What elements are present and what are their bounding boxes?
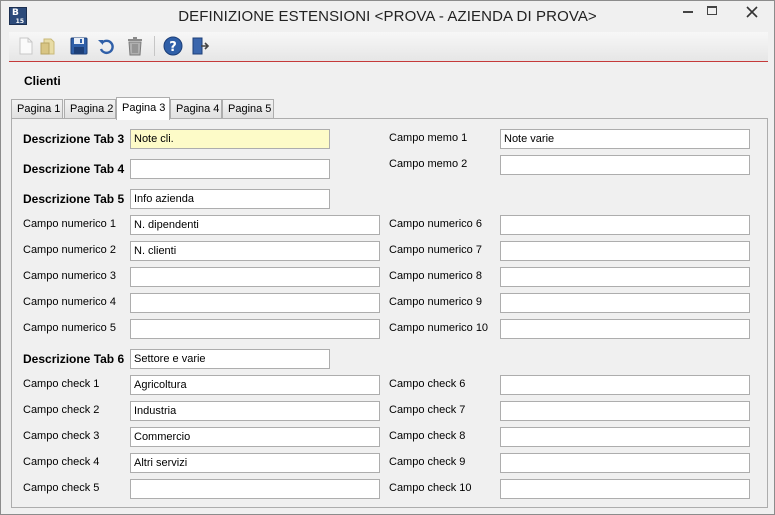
tab-pagina-1[interactable]: Pagina 1 [11,99,63,119]
descrizione-tab3-label: Descrizione Tab 3 [23,132,125,146]
campo-numerico-5-field[interactable] [130,319,380,339]
campo-memo-1-label: Campo memo 1 [389,132,468,144]
exit-door-icon [192,37,210,55]
tab-pagina-3[interactable]: Pagina 3 [116,97,170,120]
campo-check-5-field[interactable] [130,479,380,499]
campo-numerico-6-field[interactable] [500,215,750,235]
campo-numerico-10-label: Campo numerico 10 [389,322,489,334]
campo-numerico-9-field[interactable] [500,293,750,313]
delete-trash-icon [128,37,142,56]
svg-text:?: ? [169,40,177,55]
section-title: Clienti [24,74,61,88]
save-icon [70,37,88,55]
close-icon [746,6,758,18]
campo-check-1-field[interactable]: Agricoltura [130,375,380,395]
campo-check-2-field[interactable]: Industria [130,401,380,421]
undo-icon [98,39,114,55]
toolbar-separator [154,36,155,56]
campo-numerico-2-label: Campo numerico 2 [23,244,116,256]
help-button[interactable]: ? [162,35,184,57]
campo-check-3-field[interactable]: Commercio [130,427,380,447]
new-document-icon [19,37,33,55]
campo-memo-2-field[interactable] [500,155,750,175]
campo-check-4-label: Campo check 4 [23,456,100,468]
campo-numerico-1-field[interactable]: N. dipendenti [130,215,380,235]
campo-numerico-10-field[interactable] [500,319,750,339]
campo-check-7-label: Campo check 7 [389,404,466,416]
open-folder-icon [40,38,55,55]
campo-check-8-field[interactable] [500,427,750,447]
campo-check-9-field[interactable] [500,453,750,473]
descrizione-tab4-label: Descrizione Tab 4 [23,162,125,176]
campo-check-10-field[interactable] [500,479,750,499]
campo-check-1-label: Campo check 1 [23,378,100,390]
descrizione-tab4-field[interactable] [130,159,330,179]
descrizione-tab5-label: Descrizione Tab 5 [23,192,125,206]
undo-button[interactable] [96,35,118,57]
campo-check-8-label: Campo check 8 [389,430,466,442]
help-icon: ? [163,36,183,56]
campo-numerico-4-field[interactable] [130,293,380,313]
campo-numerico-4-label: Campo numerico 4 [23,296,116,308]
save-button[interactable] [68,35,90,57]
exit-button[interactable] [189,35,211,57]
delete-button[interactable] [124,35,146,57]
descrizione-tab5-field[interactable]: Info azienda [130,189,330,209]
campo-check-2-label: Campo check 2 [23,404,100,416]
campo-check-7-field[interactable] [500,401,750,421]
campo-check-6-field[interactable] [500,375,750,395]
campo-numerico-2-field[interactable]: N. clienti [130,241,380,261]
descrizione-tab6-label: Descrizione Tab 6 [23,352,125,366]
campo-numerico-7-label: Campo numerico 7 [389,244,482,256]
campo-numerico-9-label: Campo numerico 9 [389,296,482,308]
window-title: DEFINIZIONE ESTENSIONI <PROVA - AZIENDA … [178,8,597,25]
maximize-icon [707,6,717,15]
open-button[interactable] [38,35,60,57]
tab-pagina-4[interactable]: Pagina 4 [170,99,222,119]
app-window: B 15 DEFINIZIONE ESTENSIONI <PROVA - AZI… [0,0,775,515]
campo-numerico-3-field[interactable] [130,267,380,287]
descrizione-tab3-field[interactable]: Note cli. [130,129,330,149]
new-document-button[interactable] [15,35,37,57]
title-bar: B 15 DEFINIZIONE ESTENSIONI <PROVA - AZI… [1,1,774,32]
descrizione-tab6-field[interactable]: Settore e varie [130,349,330,369]
campo-numerico-3-label: Campo numerico 3 [23,270,116,282]
campo-check-9-label: Campo check 9 [389,456,466,468]
campo-check-10-label: Campo check 10 [389,482,472,494]
campo-numerico-6-label: Campo numerico 6 [389,218,482,230]
tab-panel [11,118,768,508]
tab-pagina-2[interactable]: Pagina 2 [64,99,116,119]
campo-numerico-5-label: Campo numerico 5 [23,322,116,334]
campo-numerico-7-field[interactable] [500,241,750,261]
toolbar: ? [9,32,768,62]
campo-check-5-label: Campo check 5 [23,482,100,494]
campo-numerico-8-field[interactable] [500,267,750,287]
campo-memo-1-field[interactable]: Note varie [500,129,750,149]
campo-numerico-1-label: Campo numerico 1 [23,218,116,230]
campo-check-4-field[interactable]: Altri servizi [130,453,380,473]
campo-numerico-8-label: Campo numerico 8 [389,270,482,282]
close-button[interactable] [730,1,774,22]
maximize-button[interactable] [697,1,727,22]
campo-memo-2-label: Campo memo 2 [389,158,468,170]
campo-check-3-label: Campo check 3 [23,430,100,442]
minimize-icon [683,11,693,13]
campo-check-6-label: Campo check 6 [389,378,466,390]
tab-pagina-5[interactable]: Pagina 5 [222,99,274,119]
